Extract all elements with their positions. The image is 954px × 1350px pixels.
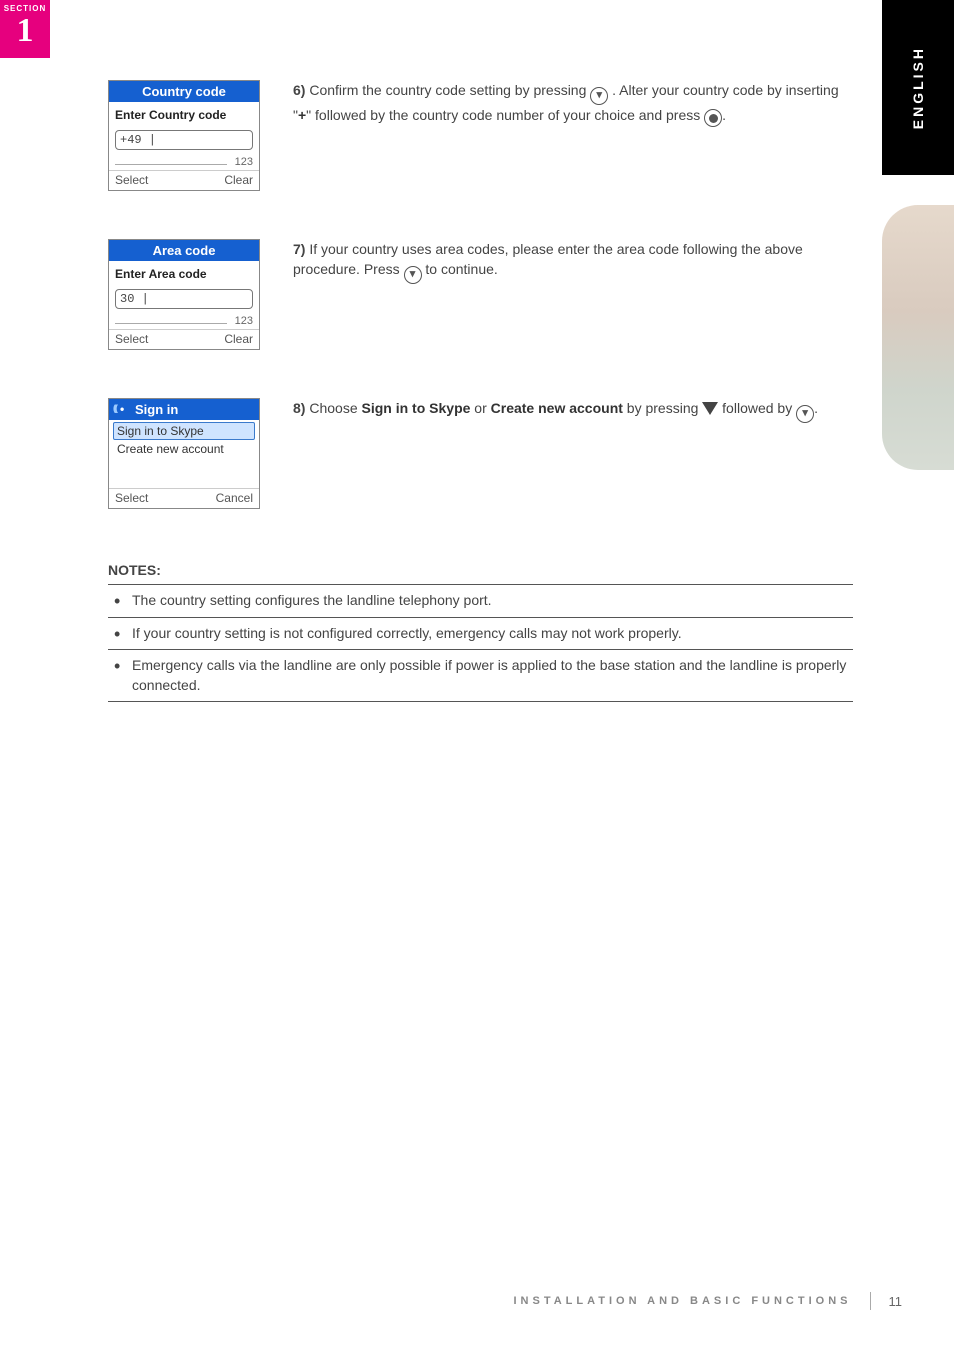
notes-heading: NOTES: bbox=[108, 562, 853, 578]
footer-title: INSTALLATION AND BASIC FUNCTIONS bbox=[513, 1295, 851, 1307]
page-footer: INSTALLATION AND BASIC FUNCTIONS 11 bbox=[513, 1292, 902, 1310]
input-country-code: +49 | bbox=[115, 130, 253, 150]
softkey-left: Select bbox=[115, 173, 148, 187]
menu-item-create-account: Create new account bbox=[113, 440, 255, 458]
screen-subtitle: Enter Area code bbox=[109, 261, 259, 285]
softkey-left: Select bbox=[115, 332, 148, 346]
input-mode: 123 bbox=[109, 315, 259, 329]
screen-subtitle: Enter Country code bbox=[109, 102, 259, 126]
input-area-code: 30 | bbox=[115, 289, 253, 309]
screen-area-code: Area code Enter Area code 30 | 123 Selec… bbox=[108, 239, 260, 350]
softkey-left: Select bbox=[115, 491, 148, 505]
footer-divider bbox=[870, 1292, 871, 1310]
note-item: The country setting configures the landl… bbox=[108, 584, 853, 617]
language-tab: ENGLISH bbox=[882, 0, 954, 175]
menu-list: Sign in to Skype Create new account bbox=[109, 420, 259, 488]
softkey-right: Cancel bbox=[216, 491, 253, 505]
screen-title: Area code bbox=[109, 240, 259, 261]
softkey-right: Clear bbox=[224, 332, 253, 346]
step-7-text: 7) If your country uses area codes, plea… bbox=[278, 239, 853, 358]
step-8-row: Sign in Sign in to Skype Create new acco… bbox=[108, 398, 853, 517]
note-item: If your country setting is not configure… bbox=[108, 617, 853, 650]
decorative-side-image bbox=[882, 205, 954, 470]
down-arrow-icon bbox=[702, 402, 718, 415]
input-mode: 123 bbox=[109, 156, 259, 170]
screen-title: Country code bbox=[109, 81, 259, 102]
language-label: ENGLISH bbox=[910, 46, 926, 129]
page-content: Country code Enter Country code +49 | 12… bbox=[108, 80, 853, 702]
step-number: 6) bbox=[293, 82, 305, 98]
step-6-text: 6) Confirm the country code setting by p… bbox=[278, 80, 853, 199]
notes-section: NOTES: The country setting configures th… bbox=[108, 562, 853, 702]
page-number: 11 bbox=[889, 1294, 903, 1309]
step-8-text: 8) Choose Sign in to Skype or Create new… bbox=[278, 398, 853, 517]
step-7-row: Area code Enter Area code 30 | 123 Selec… bbox=[108, 239, 853, 358]
screen-country-code: Country code Enter Country code +49 | 12… bbox=[108, 80, 260, 191]
center-button-icon bbox=[704, 109, 722, 127]
screen-title: Sign in bbox=[109, 399, 259, 420]
signal-icon bbox=[115, 405, 129, 415]
nav-right-icon: ▾ bbox=[590, 87, 608, 105]
screen-sign-in: Sign in Sign in to Skype Create new acco… bbox=[108, 398, 260, 509]
menu-item-sign-in: Sign in to Skype bbox=[113, 422, 255, 440]
softkey-right: Clear bbox=[224, 173, 253, 187]
step-6-row: Country code Enter Country code +49 | 12… bbox=[108, 80, 853, 199]
step-number: 8) bbox=[293, 400, 305, 416]
nav-right-icon: ▾ bbox=[796, 405, 814, 423]
step-number: 7) bbox=[293, 241, 305, 257]
section-number: 1 bbox=[0, 13, 50, 49]
nav-right-icon: ▾ bbox=[404, 266, 422, 284]
note-item: Emergency calls via the landline are onl… bbox=[108, 649, 853, 702]
section-badge: SECTION 1 bbox=[0, 0, 50, 58]
